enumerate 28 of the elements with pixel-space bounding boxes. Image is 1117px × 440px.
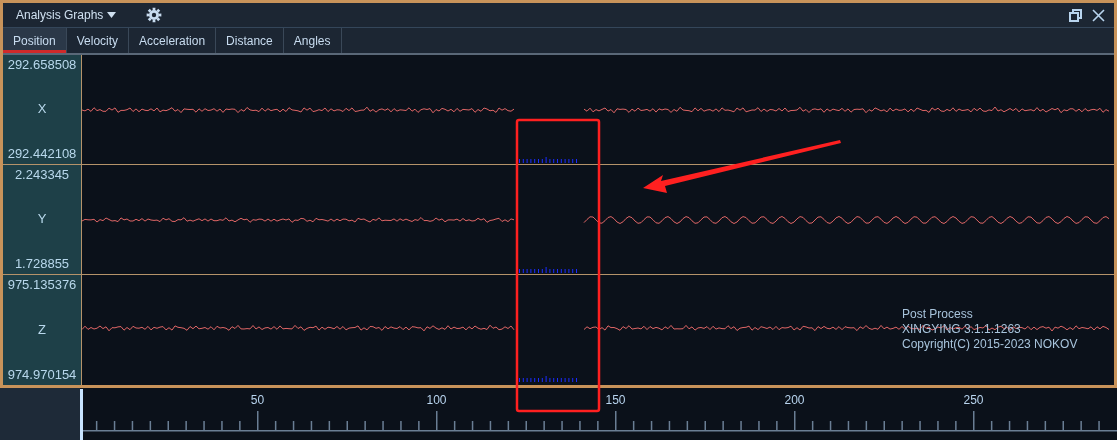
gap-marker-drawing (519, 267, 577, 273)
tick-label: 50 (250, 393, 265, 407)
gap-marker-drawing (519, 376, 577, 382)
axis-value-label: 1.728855 (14, 254, 70, 273)
tab[interactable]: Acceleration (129, 28, 217, 53)
axis-label: Y (37, 210, 47, 229)
axis-value-label: 2.243345 (14, 166, 70, 184)
gap-marker-drawing (519, 157, 577, 163)
axis-label: Z (38, 320, 46, 339)
window-title-menu[interactable]: Analysis Graphs (13, 9, 120, 21)
tab[interactable]: Position (3, 28, 67, 53)
tick-label: 150 (605, 393, 626, 407)
tick-label: 200 (784, 393, 805, 407)
tab[interactable]: Angles (283, 28, 342, 53)
axis-value-label: 975.135376 (7, 276, 77, 294)
axis-value-label: 292.442108 (7, 144, 77, 163)
tab[interactable]: Distance (216, 28, 284, 53)
tab[interactable]: Velocity (66, 28, 130, 53)
tick-label: 250 (963, 393, 984, 407)
restore-button[interactable] (1066, 8, 1085, 22)
close-button[interactable] (1089, 8, 1108, 22)
tick-label: 100 (426, 393, 447, 407)
overlay-text: Post Process (902, 307, 974, 322)
axis-label: X (37, 100, 47, 119)
caret-icon (107, 12, 117, 18)
axis-value-label: 974.970154 (7, 365, 77, 384)
axis-value-label: 292.658508 (7, 56, 77, 74)
overlay-text: Copyright(C) 2015-2023 NOKOV (902, 337, 1078, 352)
